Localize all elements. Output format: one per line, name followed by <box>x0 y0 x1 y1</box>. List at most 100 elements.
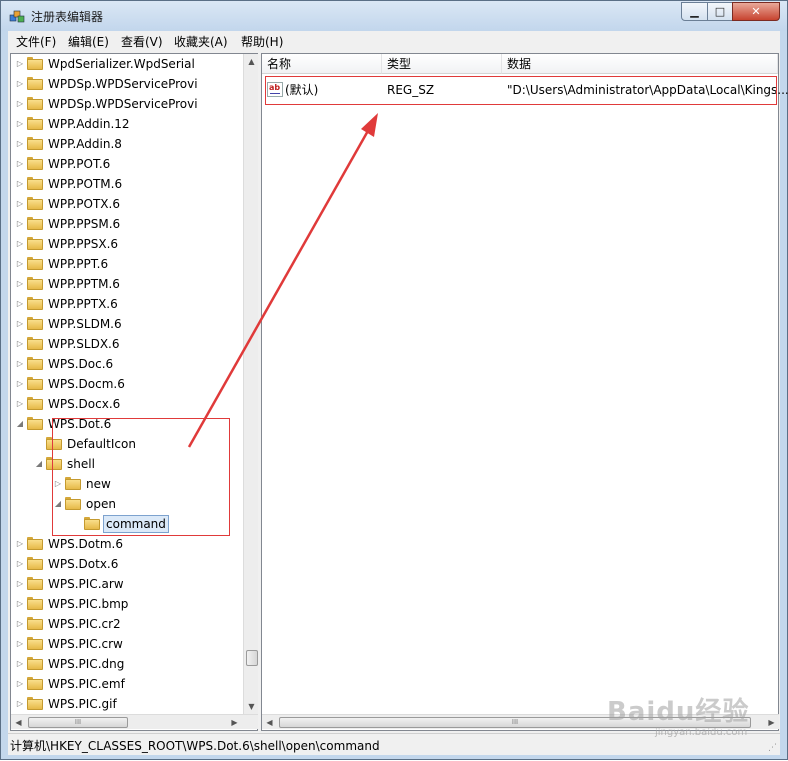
expander-icon[interactable]: ▷ <box>15 154 25 174</box>
expander-icon[interactable]: ▷ <box>15 114 25 134</box>
tree-item[interactable]: ▷ WPS.PIC.emf <box>15 674 243 694</box>
expander-icon[interactable]: ▷ <box>15 394 25 414</box>
expander-icon[interactable]: ▷ <box>15 194 25 214</box>
watermark-url: jingyan.baidu.com <box>655 727 748 738</box>
expander-icon[interactable]: ▷ <box>15 234 25 254</box>
tree-item[interactable]: ▷ WPP.PPT.6 <box>15 254 243 274</box>
expander-icon[interactable] <box>34 434 44 454</box>
folder-icon <box>27 377 43 390</box>
expander-icon[interactable]: ▷ <box>15 74 25 94</box>
scroll-left-arrow-icon[interactable]: ◀ <box>11 715 26 730</box>
folder-icon <box>27 57 43 70</box>
tree-item[interactable]: ▷ WPS.Docm.6 <box>15 374 243 394</box>
tree-item[interactable]: ▷ WPS.Dotm.6 <box>15 534 243 554</box>
tree-item-label: WPS.Doc.6 <box>48 357 114 371</box>
expander-icon[interactable]: ▷ <box>15 134 25 154</box>
tree-item[interactable]: ▷ WPS.Docx.6 <box>15 394 243 414</box>
expander-icon[interactable]: ▷ <box>15 594 25 614</box>
tree-item[interactable]: ▷ WPP.Addin.12 <box>15 114 243 134</box>
status-path: 计算机\HKEY_CLASSES_ROOT\WPS.Dot.6\shell\op… <box>10 739 380 753</box>
tree-hscroll-thumb[interactable]: III <box>28 717 128 728</box>
column-header-data[interactable]: 数据 <box>502 54 778 74</box>
expander-icon[interactable]: ◢ <box>34 454 44 474</box>
close-button[interactable]: ✕ <box>732 2 780 21</box>
tree-item[interactable]: ▷ WPP.PPSM.6 <box>15 214 243 234</box>
expander-icon[interactable]: ▷ <box>15 254 25 274</box>
tree-item[interactable]: ▷ WPP.SLDX.6 <box>15 334 243 354</box>
expander-icon[interactable]: ▷ <box>15 214 25 234</box>
menu-file[interactable]: 文件(F) <box>16 33 56 50</box>
menu-favorites[interactable]: 收藏夹(A) <box>174 33 228 50</box>
tree-horizontal-scrollbar[interactable]: ◀ III ▶ <box>11 714 258 729</box>
tree-item[interactable]: ▷ WPS.PIC.crw <box>15 634 243 654</box>
window-title: 注册表编辑器 <box>31 10 104 24</box>
list-scroll-left-arrow-icon[interactable]: ◀ <box>262 715 277 730</box>
title-bar[interactable]: 注册表编辑器 ▁ □ ✕ <box>1 1 787 31</box>
folder-icon <box>27 537 43 550</box>
expander-icon[interactable]: ▷ <box>15 654 25 674</box>
scroll-down-arrow-icon[interactable]: ▼ <box>244 699 259 714</box>
folder-icon <box>27 77 43 90</box>
scroll-right-arrow-icon[interactable]: ▶ <box>227 715 242 730</box>
tree-item[interactable]: ▷ WPS.PIC.dng <box>15 654 243 674</box>
tree-item-label: WPP.SLDX.6 <box>48 337 120 351</box>
tree-item[interactable]: ▷ WPS.PIC.bmp <box>15 594 243 614</box>
tree-item[interactable]: ▷ WPP.POT.6 <box>15 154 243 174</box>
resize-grip-icon[interactable]: ⋰ <box>768 743 778 753</box>
column-header-type[interactable]: 类型 <box>382 54 502 74</box>
tree-item[interactable]: ▷ WPDSp.WPDServiceProvi <box>15 94 243 114</box>
tree-item[interactable]: ▷ WPP.SLDM.6 <box>15 314 243 334</box>
expander-icon[interactable]: ▷ <box>15 94 25 114</box>
menu-edit[interactable]: 编辑(E) <box>68 33 109 50</box>
tree-item-label: WpdSerializer.WpdSerial <box>48 57 195 71</box>
tree-item-label: WPS.Docm.6 <box>48 377 125 391</box>
tree-item[interactable]: ▷ WPDSp.WPDServiceProvi <box>15 74 243 94</box>
tree-scroll-thumb[interactable] <box>246 650 258 666</box>
menu-view[interactable]: 查看(V) <box>121 33 163 50</box>
scroll-up-arrow-icon[interactable]: ▲ <box>244 54 259 69</box>
expander-icon[interactable]: ▷ <box>15 174 25 194</box>
expander-icon[interactable]: ▷ <box>15 294 25 314</box>
tree-item[interactable]: ▷ WPP.POTX.6 <box>15 194 243 214</box>
tree-item[interactable]: ▷ WPS.PIC.gif <box>15 694 243 714</box>
expander-icon[interactable]: ▷ <box>15 674 25 694</box>
tree-item[interactable]: ▷ WpdSerializer.WpdSerial <box>15 54 243 74</box>
expander-icon[interactable]: ▷ <box>15 554 25 574</box>
menu-help[interactable]: 帮助(H) <box>241 33 283 50</box>
expander-icon[interactable]: ◢ <box>15 414 25 434</box>
values-list-pane[interactable]: 名称 类型 数据 ab (默认) REG_SZ "D:\Users\Admini… <box>261 53 788 731</box>
folder-icon <box>27 117 43 130</box>
folder-icon <box>27 97 43 110</box>
tree-item[interactable]: ▷ WPP.POTM.6 <box>15 174 243 194</box>
tree-item[interactable]: ▷ WPS.Doc.6 <box>15 354 243 374</box>
tree-item[interactable]: ▷ WPS.PIC.arw <box>15 574 243 594</box>
folder-icon <box>27 577 43 590</box>
list-scroll-right-arrow-icon[interactable]: ▶ <box>764 715 779 730</box>
folder-icon <box>27 337 43 350</box>
folder-icon <box>27 217 43 230</box>
expander-icon[interactable]: ▷ <box>15 354 25 374</box>
tree-item[interactable]: ▷ WPP.Addin.8 <box>15 134 243 154</box>
expander-icon[interactable]: ▷ <box>15 574 25 594</box>
tree-item[interactable]: ▷ WPP.PPTM.6 <box>15 274 243 294</box>
tree-item[interactable]: ▷ WPS.PIC.cr2 <box>15 614 243 634</box>
expander-icon[interactable]: ▷ <box>15 534 25 554</box>
folder-icon <box>27 197 43 210</box>
tree-item[interactable]: ▷ WPS.Dotx.6 <box>15 554 243 574</box>
tree-item[interactable]: ▷ WPP.PPTX.6 <box>15 294 243 314</box>
column-header-name[interactable]: 名称 <box>262 54 382 74</box>
expander-icon[interactable]: ▷ <box>15 314 25 334</box>
expander-icon[interactable]: ▷ <box>15 614 25 634</box>
key-tree-pane[interactable]: ▷ WpdSerializer.WpdSerial ▷ WPDSp.WPDServic… <box>10 53 258 731</box>
expander-icon[interactable]: ▷ <box>15 54 25 74</box>
minimize-button[interactable]: ▁ <box>681 2 708 21</box>
folder-icon <box>27 237 43 250</box>
tree-vertical-scrollbar[interactable]: ▲ ▼ <box>243 54 258 714</box>
expander-icon[interactable]: ▷ <box>15 634 25 654</box>
expander-icon[interactable]: ▷ <box>15 274 25 294</box>
expander-icon[interactable]: ▷ <box>15 374 25 394</box>
expander-icon[interactable]: ▷ <box>15 334 25 354</box>
tree-item[interactable]: ▷ WPP.PPSX.6 <box>15 234 243 254</box>
maximize-button[interactable]: □ <box>707 2 733 21</box>
expander-icon[interactable]: ▷ <box>15 694 25 714</box>
